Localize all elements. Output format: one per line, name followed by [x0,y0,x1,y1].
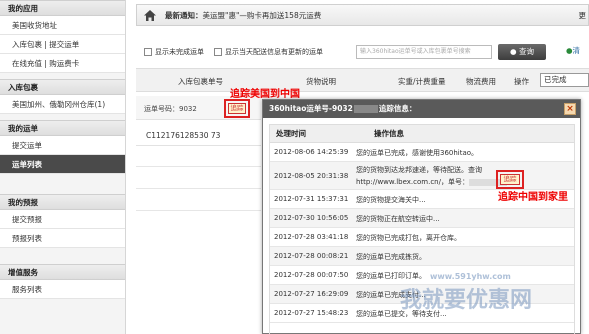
search-icon: ● [510,47,517,56]
sidebar-item-us-address[interactable]: 美国收货地址 [0,16,125,35]
tracking-info: 您的货物正在航空转运中... [356,215,440,223]
home-icon[interactable] [143,9,157,22]
sidebar-item-submit-waybill[interactable]: 提交运单 [0,136,125,155]
dialog-title-suffix: 追踪信息： [378,104,417,113]
clear-button[interactable]: ●清 [566,45,580,56]
col-fee: 物流费用 [466,77,496,86]
notice-message[interactable]: 美运盟"惠"—购卡再加送158元运费 [203,11,322,20]
track-us-to-china-button[interactable]: 追踪 [228,103,246,114]
spacer [0,248,125,264]
masked-text [353,105,378,113]
divider [136,166,261,167]
watermark-text: 我就要优惠网 [400,288,533,313]
dialog-title: 360hitao运单号-9032 追踪信息： × [263,100,580,118]
sidebar-item-waybill-list[interactable]: 运单列表 [0,155,125,174]
dialog-title-prefix: 360hitao运单号-9032 [269,104,353,113]
notice-label: 最新通知： [165,11,203,20]
spacer [0,174,125,194]
col-info: 操作信息 [374,129,404,138]
status-select[interactable]: 已完成 [540,73,589,87]
tracking-info: 您的运单已完成，感谢使用360hitao。 [356,149,479,157]
sidebar-item-inbound-submit[interactable]: 入库包裹 | 提交运单 [0,35,125,54]
tracking-time: 2012-08-05 20:31:38 [274,172,349,180]
tracking-row: 2012-08-05 20:31:38 您的货物到达龙邦速递，等待配送。查询 h… [270,162,574,190]
table-row: C112176128530 73 [136,124,261,146]
sidebar-item-forecast-list[interactable]: 预报列表 [0,229,125,248]
col-time: 处理时间 [276,129,306,138]
tracking-info: 您的运单已打印订单。 [356,272,426,280]
sidebar-item-submit-forecast[interactable]: 提交预报 [0,210,125,229]
tracking-info-link: http://www.lbex.com.cn/，单号： [356,177,507,187]
tracking-time: 2012-07-30 10:56:05 [274,214,349,222]
tracking-row: 2012-08-06 14:25:39 您的运单已完成，感谢使用360hitao… [270,143,574,162]
filter-row: 显示未完成运单 显示当天配送信息有更新的运单 [144,44,333,60]
checkbox-unfinished-label: 显示未完成运单 [155,48,204,56]
sidebar-section-services: 增值服务 [0,264,125,280]
sidebar-item-recharge[interactable]: 在线充值 | 购运费卡 [0,54,125,73]
sidebar-section-my-apps: 我的应用 [0,0,125,16]
tracking-row: 2012-07-28 00:08:21 您的运单已完成拣货。 [270,247,574,266]
sidebar: 我的应用 美国收货地址 入库包裹 | 提交运单 在线充值 | 购运费卡 入库包裹… [0,0,126,334]
divider [136,210,261,211]
tracking-table-header: 处理时间 操作信息 [270,125,574,143]
checkbox-unfinished[interactable] [144,48,152,56]
sidebar-section-forecast: 我的预报 [0,194,125,210]
tracking-time: 2012-07-28 00:07:50 [274,271,349,279]
track-china-to-home-button[interactable]: 追踪 [500,174,520,185]
close-button[interactable]: × [564,103,576,115]
tracking-time: 2012-07-27 15:48:23 [274,309,349,317]
notice-text[interactable]: 最新通知：美运盟"惠"—购卡再加送158元运费 [165,10,321,21]
search-button-label: 查询 [518,47,534,56]
annotation-china-to-home: 追踪中国到家里 [498,192,568,203]
tracking-info: 您的货物已完成打包，离开仓库。 [356,234,461,242]
search-button[interactable]: ● 查询 [498,44,546,60]
tracking-time: 2012-07-31 15:37:31 [274,195,349,203]
clear-button-label: 清 [572,46,581,55]
search-input[interactable]: 输入360hitao运单号或入库包裹单号搜索 [356,45,492,59]
tracking-row: 2012-07-28 03:41:18 您的货物已完成打包，离开仓库。 [270,228,574,247]
col-action: 操作 [514,77,529,86]
table-header: 入库包裹单号 货物说明 实重/计费重量 物流费用 操作 [136,68,589,92]
tracking-info: 您的货物提交海关中... [356,196,426,204]
sidebar-section-waybill: 我的运单 [0,120,125,136]
col-weight: 实重/计费重量 [398,77,446,86]
notice-bar: 最新通知：美运盟"惠"—购卡再加送158元运费 更 [136,4,589,26]
waybill-number: 运单号码：9032 [144,105,197,113]
sidebar-section-inbound: 入库包裹 [0,79,125,95]
tracking-time: 2012-07-28 03:41:18 [274,233,349,241]
status-select-value: 已完成 [544,75,567,84]
checkbox-updated-today-label: 显示当天配送信息有更新的运单 [225,48,323,56]
notice-more[interactable]: 更 [579,10,587,21]
checkbox-updated-today[interactable] [214,48,222,56]
col-description: 货物说明 [306,77,336,86]
tracking-time: 2012-08-06 14:25:39 [274,148,349,156]
watermark: www.591yhw.com 我就要优惠网 [400,272,533,314]
watermark-url: www.591yhw.com [430,272,511,281]
tracking-time: 2012-07-27 16:29:09 [274,290,349,298]
tracking-time: 2012-07-28 00:08:21 [274,252,349,260]
sidebar-item-warehouse[interactable]: 美国加州、俄勒冈州仓库(1) [0,95,125,114]
tracking-info: 您的运单已完成拣货。 [356,253,426,261]
tracking-info: 您的货物到达龙邦速递，等待配送。查询 [356,166,482,174]
tracking-number[interactable]: C112176128530 73 [146,131,220,140]
tracking-link-text[interactable]: http://www.lbex.com.cn/，单号： [356,178,469,186]
sidebar-item-service-list[interactable]: 服务列表 [0,280,125,299]
divider [136,188,261,189]
tracking-row: 2012-07-30 10:56:05 您的货物正在航空转运中... [270,209,574,228]
col-inbound-no: 入库包裹单号 [178,77,223,86]
annotation-us-to-china: 追踪美国到中国 [230,89,300,100]
